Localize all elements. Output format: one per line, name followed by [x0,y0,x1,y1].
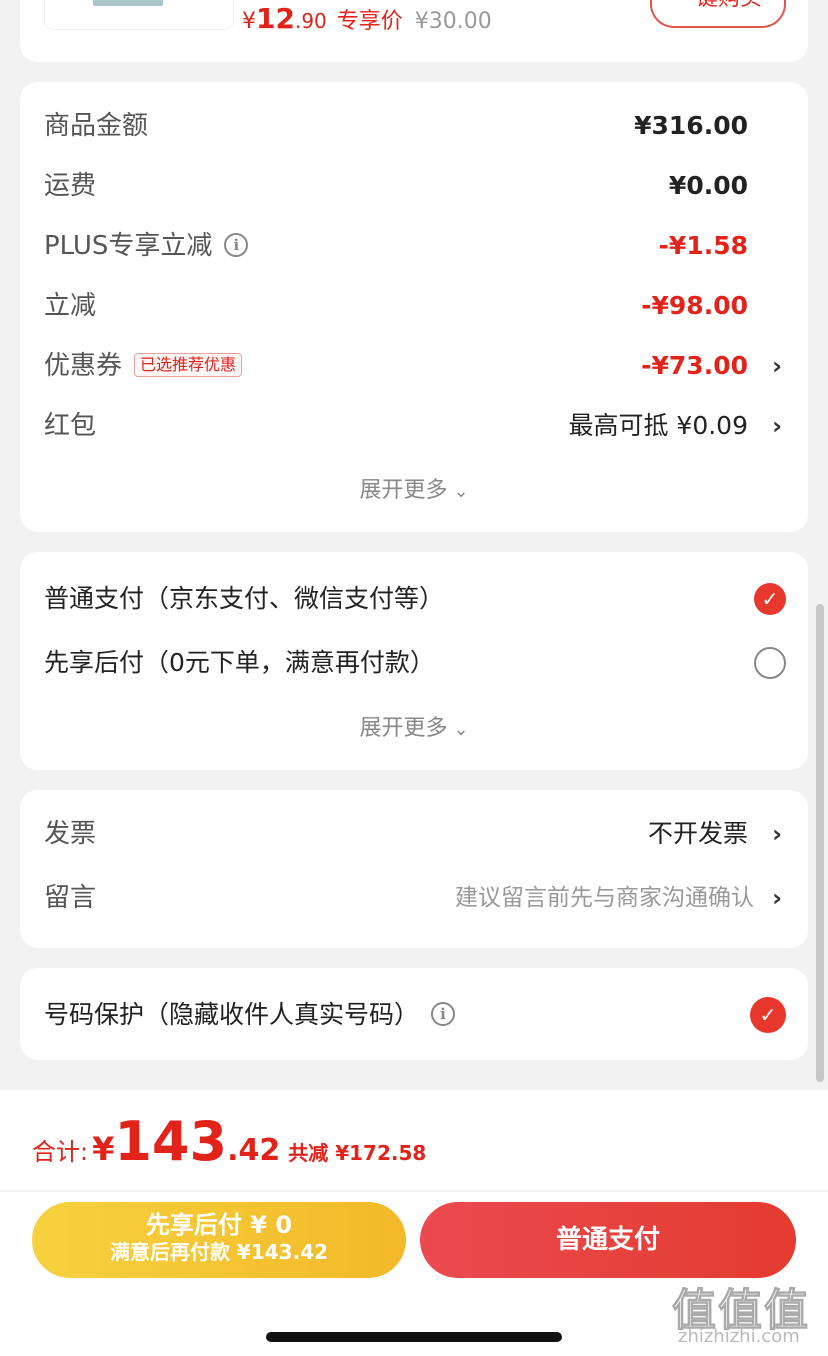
watermark-logo: 值值值 zhizhizhi.com [672,1274,822,1354]
message-row[interactable]: 留言 建议留言前先与商家沟通确认 › [20,868,808,930]
normal-pay-button[interactable]: 普通支付 [420,1202,796,1278]
divider [0,1190,828,1192]
invoice-value: 不开发票 [647,819,748,848]
one-click-buy-button[interactable]: 一键购买 [650,0,786,28]
plus-discount-value: -¥1.58 [658,231,748,260]
home-indicator[interactable] [266,1332,562,1342]
invoice-card: 发票 不开发票 › 留言 建议留言前先与商家沟通确认 › [20,790,808,948]
expand-more-label: 展开更多 [359,716,448,741]
total-label: 合计: [32,1138,89,1166]
red-packet-value: 最高可抵 ¥0.09 [568,411,748,440]
instant-discount-value: -¥98.00 [641,291,748,320]
radio-unselected-icon[interactable] [754,647,786,679]
amount-card: 商品金额 ¥316.00 运费 ¥0.00 PLUS专享立减 i -¥1.58 立… [20,82,808,532]
subtotal-value: ¥316.00 [634,111,748,140]
payment-option-label: 普通支付（京东支付、微信支付等） [44,584,445,613]
shipping-label: 运费 [44,171,97,201]
price-currency: ¥ [242,9,256,34]
coupon-label-wrap: 优惠券 已选推荐优惠 [44,336,243,396]
watermark-url: zhizhizhi.com [678,1326,800,1347]
red-packet-label: 红包 [44,411,97,441]
invoice-label: 发票 [44,819,97,849]
payment-option-normal[interactable]: 普通支付（京东支付、微信支付等） ✓ [20,568,808,630]
subtotal-label: 商品金额 [44,111,149,141]
price-decimal: .90 [294,9,327,33]
total-decimal: .42 [227,1133,281,1168]
red-packet-row[interactable]: 红包 最高可抵 ¥0.09 › [20,396,808,456]
checkmark-selected-icon[interactable]: ✓ [754,583,786,615]
number-protection-row[interactable]: 号码保护（隐藏收件人真实号码） i ✓ [20,984,808,1046]
checkmark-selected-icon[interactable]: ✓ [750,997,786,1033]
original-price: ¥30.00 [414,9,492,34]
price-integer: 12 [256,2,295,35]
product-card: ¥12.90 专享价 ¥30.00 一键购买 [20,0,808,62]
info-icon[interactable]: i [431,1002,456,1026]
coupon-label: 优惠券 [44,351,123,381]
scrollbar[interactable] [816,604,824,1082]
exclusive-price-tag: 专享价 [336,9,403,34]
product-image [93,0,163,6]
chevron-right-icon: › [772,820,782,848]
instant-discount-label: 立减 [44,291,97,321]
plus-discount-label-wrap: PLUS专享立减 i [44,216,249,276]
total-saved: 共减 ¥172.58 [288,1141,427,1165]
expand-more-payments[interactable]: 展开更多 ⌄ [20,710,808,742]
product-thumbnail[interactable] [44,0,234,30]
info-icon[interactable]: i [224,232,249,257]
number-protection-label-wrap: 号码保护（隐藏收件人真实号码） i [44,984,456,1046]
coupon-row[interactable]: 优惠券 已选推荐优惠 -¥73.00 › [20,336,808,396]
chevron-right-icon: › [772,884,782,912]
message-label: 留言 [44,883,97,913]
product-price-row: ¥12.90 专享价 ¥30.00 [242,2,492,35]
number-protection-card: 号码保护（隐藏收件人真实号码） i ✓ [20,968,808,1060]
total-integer: 143 [114,1110,228,1173]
bnpl-button-title: 先享后付 ¥ 0 [145,1211,293,1239]
shipping-value: ¥0.00 [668,171,748,200]
total-currency: ¥ [92,1130,115,1168]
chevron-right-icon: › [772,412,782,440]
expand-more-amounts[interactable]: 展开更多 ⌄ [20,472,808,504]
chevron-down-icon: ⌄ [453,481,469,502]
bnpl-button-subtitle: 满意后再付款 ¥143.42 [109,1240,329,1264]
chevron-right-icon: › [772,352,782,380]
plus-discount-row: PLUS专享立减 i -¥1.58 [20,216,808,276]
chevron-down-icon: ⌄ [453,719,469,740]
expand-more-label: 展开更多 [359,478,448,503]
buy-now-pay-later-button[interactable]: 先享后付 ¥ 0 满意后再付款 ¥143.42 [32,1202,406,1278]
recommended-coupon-badge: 已选推荐优惠 [134,352,243,377]
number-protection-label: 号码保护（隐藏收件人真实号码） [44,1000,420,1029]
payment-option-bnpl[interactable]: 先享后付（0元下单，满意再付款） [20,632,808,694]
subtotal-row: 商品金额 ¥316.00 [20,96,808,156]
plus-discount-label: PLUS专享立减 [44,231,213,261]
invoice-row[interactable]: 发票 不开发票 › [20,804,808,866]
coupon-value: -¥73.00 [641,351,748,380]
instant-discount-row: 立减 -¥98.00 [20,276,808,336]
payment-method-card: 普通支付（京东支付、微信支付等） ✓ 先享后付（0元下单，满意再付款） 展开更多… [20,552,808,770]
message-placeholder[interactable]: 建议留言前先与商家沟通确认 [455,868,754,928]
payment-option-label: 先享后付（0元下单，满意再付款） [44,648,435,677]
total-line: 合计: ¥143.42 共减 ¥172.58 [32,1110,426,1173]
shipping-row: 运费 ¥0.00 [20,156,808,216]
